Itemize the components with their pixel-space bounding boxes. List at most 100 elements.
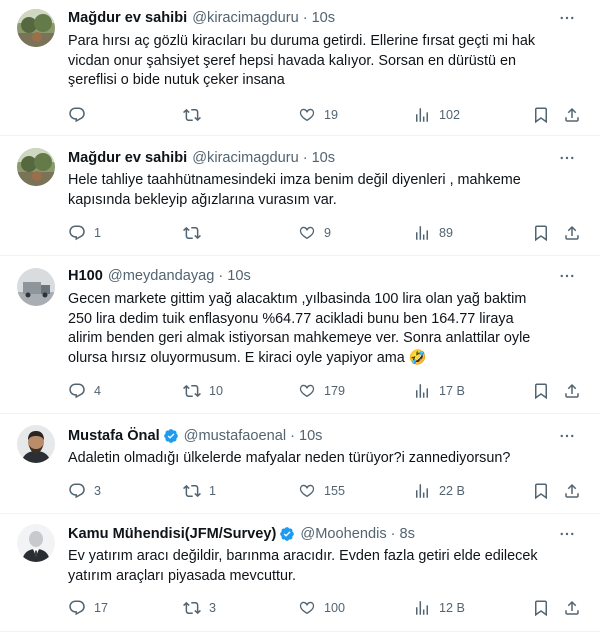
views-button[interactable]: 22 B xyxy=(413,481,465,501)
author-handle[interactable]: @meydandayag xyxy=(108,268,215,284)
more-options-button[interactable] xyxy=(558,427,576,445)
views-button[interactable]: 102 xyxy=(413,105,460,125)
retweet-button[interactable] xyxy=(183,105,209,125)
author-name[interactable]: H100 xyxy=(68,268,103,284)
retweet-button[interactable]: 10 xyxy=(183,381,223,401)
share-button[interactable] xyxy=(563,223,581,243)
more-options-button[interactable] xyxy=(558,267,576,285)
tweet-text: Adaletin olmadığı ülkelerde mafyalar ned… xyxy=(68,450,511,466)
more-dots-icon xyxy=(560,274,574,278)
bookmark-button[interactable] xyxy=(532,598,550,618)
reply-count: 3 xyxy=(94,484,102,498)
analytics-icon xyxy=(416,384,428,398)
author-name[interactable]: Kamu Mühendisi(JFM/Survey) xyxy=(68,526,276,542)
share-icon xyxy=(565,600,579,615)
timestamp[interactable]: 10s xyxy=(312,150,336,166)
like-button[interactable]: 100 xyxy=(298,598,345,618)
reply-icon xyxy=(69,383,85,399)
like-button[interactable]: 179 xyxy=(298,381,345,401)
separator-dot: · xyxy=(390,526,396,542)
avatar[interactable] xyxy=(17,148,55,186)
tweet-actions: 19 102 xyxy=(68,105,588,125)
reply-button[interactable] xyxy=(68,105,94,125)
avatar[interactable] xyxy=(17,524,55,562)
author-handle[interactable]: @kiracimagduru xyxy=(192,10,298,26)
views-button[interactable]: 89 xyxy=(413,223,453,243)
share-icon xyxy=(565,225,579,240)
like-count: 179 xyxy=(324,384,346,398)
like-button[interactable]: 9 xyxy=(298,223,331,243)
view-count: 102 xyxy=(439,108,461,122)
bookmark-icon xyxy=(535,383,547,400)
analytics-icon xyxy=(416,108,428,122)
tweet[interactable]: H100 @meydandayag · 10s Gecen markete gittim… xyxy=(0,256,600,414)
avatar[interactable] xyxy=(17,425,55,463)
analytics-icon xyxy=(416,226,428,240)
timestamp[interactable]: 10s xyxy=(312,10,336,26)
tweet[interactable]: Mustafa Önal @mustafaoenal · 10s Adaletin ol… xyxy=(0,414,600,514)
reply-button[interactable]: 17 xyxy=(68,598,108,618)
retweet-count: 1 xyxy=(209,484,217,498)
share-button[interactable] xyxy=(563,105,581,125)
timestamp[interactable]: 10s xyxy=(299,428,323,444)
reply-button[interactable]: 3 xyxy=(68,481,101,501)
retweet-icon xyxy=(183,384,201,398)
bookmark-button[interactable] xyxy=(532,381,550,401)
landscape-avatar xyxy=(17,148,55,186)
retweet-button[interactable] xyxy=(183,223,209,243)
verified-badge-icon xyxy=(163,429,178,443)
retweet-button[interactable]: 1 xyxy=(183,481,216,501)
author-name[interactable]: Mağdur ev sahibi xyxy=(68,10,187,26)
more-options-button[interactable] xyxy=(558,149,576,167)
reply-icon xyxy=(69,483,85,499)
view-count: 12 B xyxy=(439,601,465,615)
author-handle[interactable]: @mustafaoenal xyxy=(184,428,286,444)
separator-dot: · xyxy=(290,428,295,444)
author-handle[interactable]: @kiracimagduru xyxy=(192,150,298,166)
analytics-icon xyxy=(416,484,428,498)
like-count: 155 xyxy=(324,484,346,498)
tweet[interactable]: Mağdur ev sahibi @kiracimagduru · 10s Hele t… xyxy=(0,136,600,256)
tweet-actions: 1 9 89 xyxy=(68,223,588,243)
more-options-button[interactable] xyxy=(558,525,576,543)
timestamp[interactable]: 10s xyxy=(227,268,251,284)
bookmark-button[interactable] xyxy=(532,105,550,125)
like-button[interactable]: 155 xyxy=(298,481,345,501)
more-dots-icon xyxy=(560,16,574,20)
timestamp[interactable]: 8s xyxy=(400,526,415,542)
reply-count: 4 xyxy=(94,384,102,398)
tweet[interactable]: Kamu Mühendisi(JFM/Survey) @Moohendis · 8s E… xyxy=(0,514,600,632)
views-button[interactable]: 17 B xyxy=(413,381,465,401)
tweet-actions: 4 10 179 17 B xyxy=(68,381,588,401)
tweet-header: Mağdur ev sahibi @kiracimagduru · 10s xyxy=(68,148,335,168)
tweet-text: Ev yatırım aracı değildir, barınma aracı… xyxy=(68,548,538,584)
bookmark-icon xyxy=(535,483,547,500)
heart-icon xyxy=(299,384,315,398)
more-options-button[interactable] xyxy=(558,9,576,27)
author-handle[interactable]: @Moohendis xyxy=(300,526,386,542)
share-button[interactable] xyxy=(563,598,581,618)
share-button[interactable] xyxy=(563,481,581,501)
retweet-button[interactable]: 3 xyxy=(183,598,216,618)
avatar[interactable] xyxy=(17,9,55,47)
tweet-header: Mustafa Önal @mustafaoenal · 10s xyxy=(68,426,322,446)
author-name[interactable]: Mustafa Önal xyxy=(68,428,160,444)
bookmark-icon xyxy=(535,225,547,242)
share-button[interactable] xyxy=(563,381,581,401)
reply-count: 17 xyxy=(94,601,109,615)
bookmark-button[interactable] xyxy=(532,481,550,501)
author-name[interactable]: Mağdur ev sahibi xyxy=(68,150,187,166)
verified-badge-icon xyxy=(280,527,295,541)
like-button[interactable]: 19 xyxy=(298,105,338,125)
avatar[interactable] xyxy=(17,268,55,306)
tweet[interactable]: Mağdur ev sahibi @kiracimagduru · 10s Para h… xyxy=(0,0,600,136)
retweet-icon xyxy=(183,226,201,240)
reply-button[interactable]: 4 xyxy=(68,381,101,401)
more-dots-icon xyxy=(560,434,574,438)
views-button[interactable]: 12 B xyxy=(413,598,465,618)
reply-button[interactable]: 1 xyxy=(68,223,101,243)
bookmark-icon xyxy=(535,107,547,124)
bookmark-icon xyxy=(535,600,547,617)
bookmark-button[interactable] xyxy=(532,223,550,243)
retweet-count: 3 xyxy=(209,601,217,615)
